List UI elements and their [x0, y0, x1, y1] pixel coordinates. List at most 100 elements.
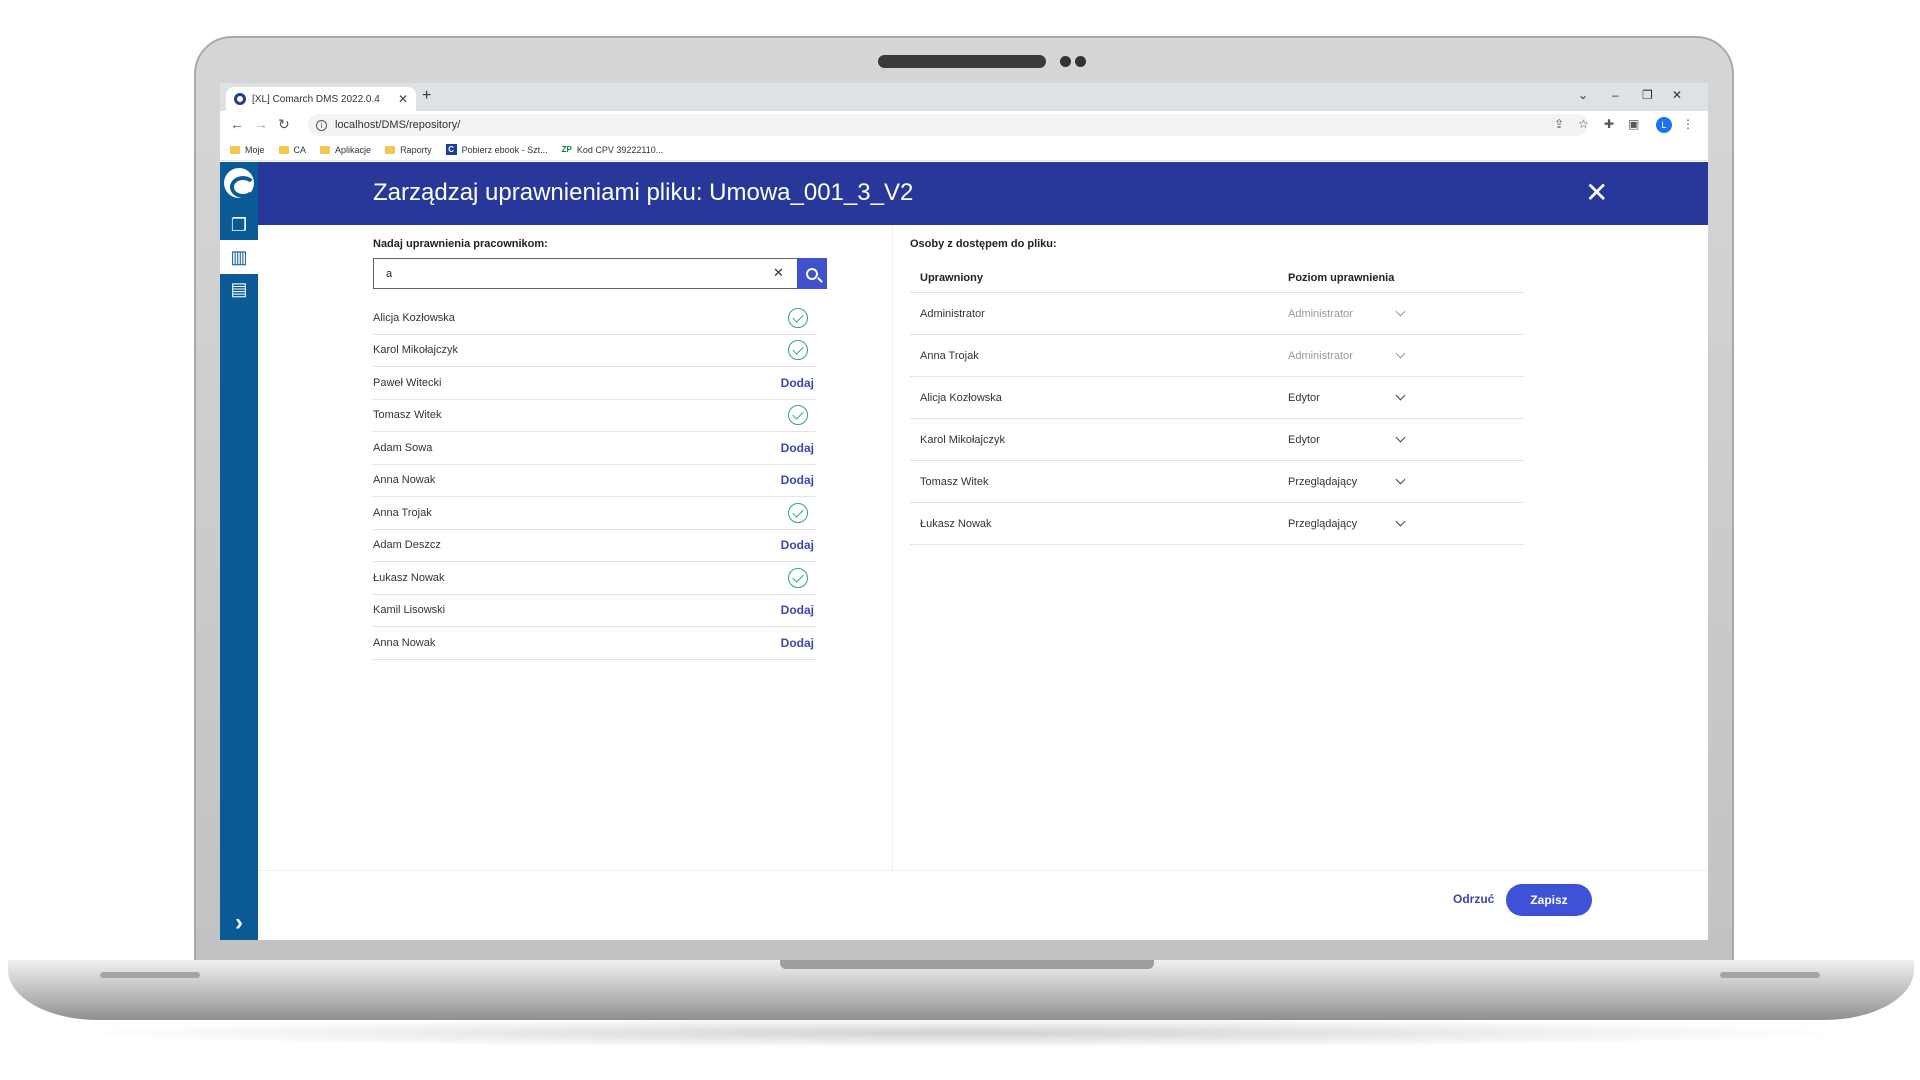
forward-icon[interactable]: →	[254, 116, 268, 132]
employee-name: Kamil Lisowski	[373, 604, 446, 617]
table-row: Anna Trojak Administrator	[910, 335, 1524, 377]
add-button[interactable]: Dodaj	[781, 473, 814, 487]
table-row: Administrator Administrator	[910, 293, 1524, 335]
expand-sidebar-icon[interactable]: ›	[220, 906, 258, 940]
bookmark-star-icon[interactable]: ☆	[1578, 117, 1589, 131]
bookmark-link[interactable]: ZP Kod CPV 39222110...	[562, 145, 664, 155]
table-row: Alicja Kozłowska Edytor	[910, 377, 1524, 419]
bookmark-folder[interactable]: Moje	[230, 145, 265, 155]
bookmarks-bar: Moje CA Aplikacje Raporty C Pobierz ebook…	[220, 139, 1708, 161]
user-cell: Karol Mikołajczyk	[920, 433, 1005, 446]
laptop-vent	[100, 972, 200, 978]
table-row: Karol Mikołajczyk Edytor	[910, 419, 1524, 461]
minimize-icon[interactable]: –	[1612, 88, 1619, 102]
bookmark-label: Kod CPV 39222110...	[576, 144, 664, 155]
list-item: Adam Deszcz Dodaj	[373, 530, 816, 562]
menu-kebab-icon[interactable]: ⋮	[1682, 117, 1694, 131]
share-icon[interactable]: ⇪	[1554, 117, 1564, 131]
folder-icon	[320, 145, 331, 154]
save-button[interactable]: Zapisz	[1506, 884, 1592, 916]
add-button[interactable]: Dodaj	[781, 376, 814, 390]
site-info-icon[interactable]: i	[316, 119, 327, 131]
permission-level-select[interactable]: Edytor	[1288, 432, 1524, 446]
user-cell: Tomasz Witek	[920, 475, 989, 488]
permission-level-select[interactable]: Przeglądający	[1288, 516, 1524, 530]
reports-chart-icon[interactable]: ▤	[220, 272, 258, 306]
employee-search-input[interactable]	[373, 258, 797, 289]
level-value: Administrator	[1288, 307, 1353, 320]
chevron-down-icon[interactable]	[1395, 474, 1406, 485]
laptop-base	[8, 960, 1914, 1020]
modal-header: Zarządzaj uprawnieniami pliku: Umowa_001…	[258, 162, 1708, 225]
laptop-camera-dot	[1075, 56, 1086, 67]
laptop-shadow	[60, 1018, 1860, 1048]
search-button[interactable]	[797, 258, 827, 289]
restore-icon[interactable]: ❐	[1642, 88, 1653, 102]
side-panel-icon[interactable]: ▣	[1628, 117, 1639, 131]
panel-divider	[892, 225, 893, 870]
user-cell: Anna Trojak	[920, 349, 979, 362]
favicon-icon	[234, 93, 246, 105]
employee-name: Adam Sowa	[373, 441, 433, 454]
bookmark-folder[interactable]: Raporty	[385, 145, 432, 155]
add-button[interactable]: Dodaj	[781, 441, 814, 455]
bookmark-label: Raporty	[400, 144, 432, 155]
comarch-logo-icon[interactable]	[224, 168, 256, 198]
address-bar[interactable]: i localhost/DMS/repository/	[308, 114, 1588, 136]
bookmark-link[interactable]: C Pobierz ebook - Szt...	[445, 144, 548, 155]
bookmark-folder[interactable]: CA	[278, 145, 306, 155]
app-sidebar: ❐ ▥ ▤ ›	[220, 162, 258, 940]
permission-level-select[interactable]: Przeglądający	[1288, 474, 1524, 488]
table-header: Uprawniony Poziom uprawnienia	[910, 263, 1524, 293]
chevron-down-icon[interactable]	[1395, 390, 1406, 401]
new-tab-button[interactable]: +	[422, 87, 431, 105]
clear-search-icon[interactable]: ✕	[773, 265, 784, 281]
check-circle-icon	[788, 307, 808, 328]
employee-name: Alicja Kozłowska	[373, 311, 455, 324]
add-button[interactable]: Dodaj	[781, 603, 814, 617]
close-icon[interactable]: ✕	[1585, 176, 1608, 209]
list-item: Paweł Witecki Dodaj	[373, 367, 816, 400]
folder-icon	[278, 145, 289, 154]
cancel-button[interactable]: Odrzuć	[1453, 892, 1494, 906]
level-value: Edytor	[1288, 391, 1320, 404]
bookmark-folder[interactable]: Aplikacje	[320, 145, 371, 155]
employee-list: Alicja Kozłowska Karol Mikołajczyk Paweł…	[373, 302, 816, 660]
add-button[interactable]: Dodaj	[781, 636, 814, 650]
back-icon[interactable]: ←	[230, 116, 244, 132]
add-button[interactable]: Dodaj	[781, 538, 814, 552]
column-header-user: Uprawniony	[920, 271, 983, 284]
employee-name: Łukasz Nowak	[373, 571, 445, 584]
bookmark-label: Pobierz ebook - Szt...	[461, 144, 548, 155]
modal-title: Zarządzaj uprawnieniami pliku: Umowa_001…	[373, 179, 914, 206]
documents-icon[interactable]: ❐	[220, 208, 258, 242]
list-item: Łukasz Nowak	[373, 562, 816, 595]
permission-level-select[interactable]: Edytor	[1288, 390, 1524, 404]
tab-title: [XL] Comarch DMS 2022.0.4	[252, 93, 380, 105]
chevron-down-icon	[1395, 306, 1406, 317]
browser-toolbar: ← → ↻ i localhost/DMS/repository/ ⇪ ☆ ✚ …	[220, 111, 1708, 139]
reload-icon[interactable]: ↻	[278, 116, 290, 133]
employee-name: Karol Mikołajczyk	[373, 344, 458, 357]
check-circle-icon	[788, 502, 808, 523]
check-circle-icon	[788, 567, 808, 588]
repository-icon[interactable]: ▥	[220, 240, 258, 274]
chevron-down-icon[interactable]	[1395, 516, 1406, 527]
profile-avatar[interactable]: L	[1656, 117, 1672, 133]
tab-search-icon[interactable]: ⌄	[1578, 88, 1588, 102]
grant-permissions-label: Nadaj uprawnienia pracownikom:	[373, 238, 548, 250]
list-item: Alicja Kozłowska	[373, 302, 816, 335]
browser-tab[interactable]: [XL] Comarch DMS 2022.0.4 ✕	[226, 87, 416, 111]
extensions-icon[interactable]: ✚	[1604, 117, 1614, 131]
search-icon	[806, 267, 818, 280]
laptop-camera-dot	[1060, 56, 1071, 67]
access-list-label: Osoby z dostępem do pliku:	[910, 238, 1057, 250]
permissions-table: Uprawniony Poziom uprawnienia Administra…	[910, 263, 1524, 545]
permission-level-select: Administrator	[1288, 348, 1524, 362]
tab-close-icon[interactable]: ✕	[398, 92, 408, 106]
list-item: Anna Trojak	[373, 497, 816, 530]
chevron-down-icon[interactable]	[1395, 432, 1406, 443]
column-header-level: Poziom uprawnienia	[1288, 271, 1395, 284]
check-circle-icon	[788, 405, 808, 426]
window-close-icon[interactable]: ✕	[1672, 88, 1682, 102]
